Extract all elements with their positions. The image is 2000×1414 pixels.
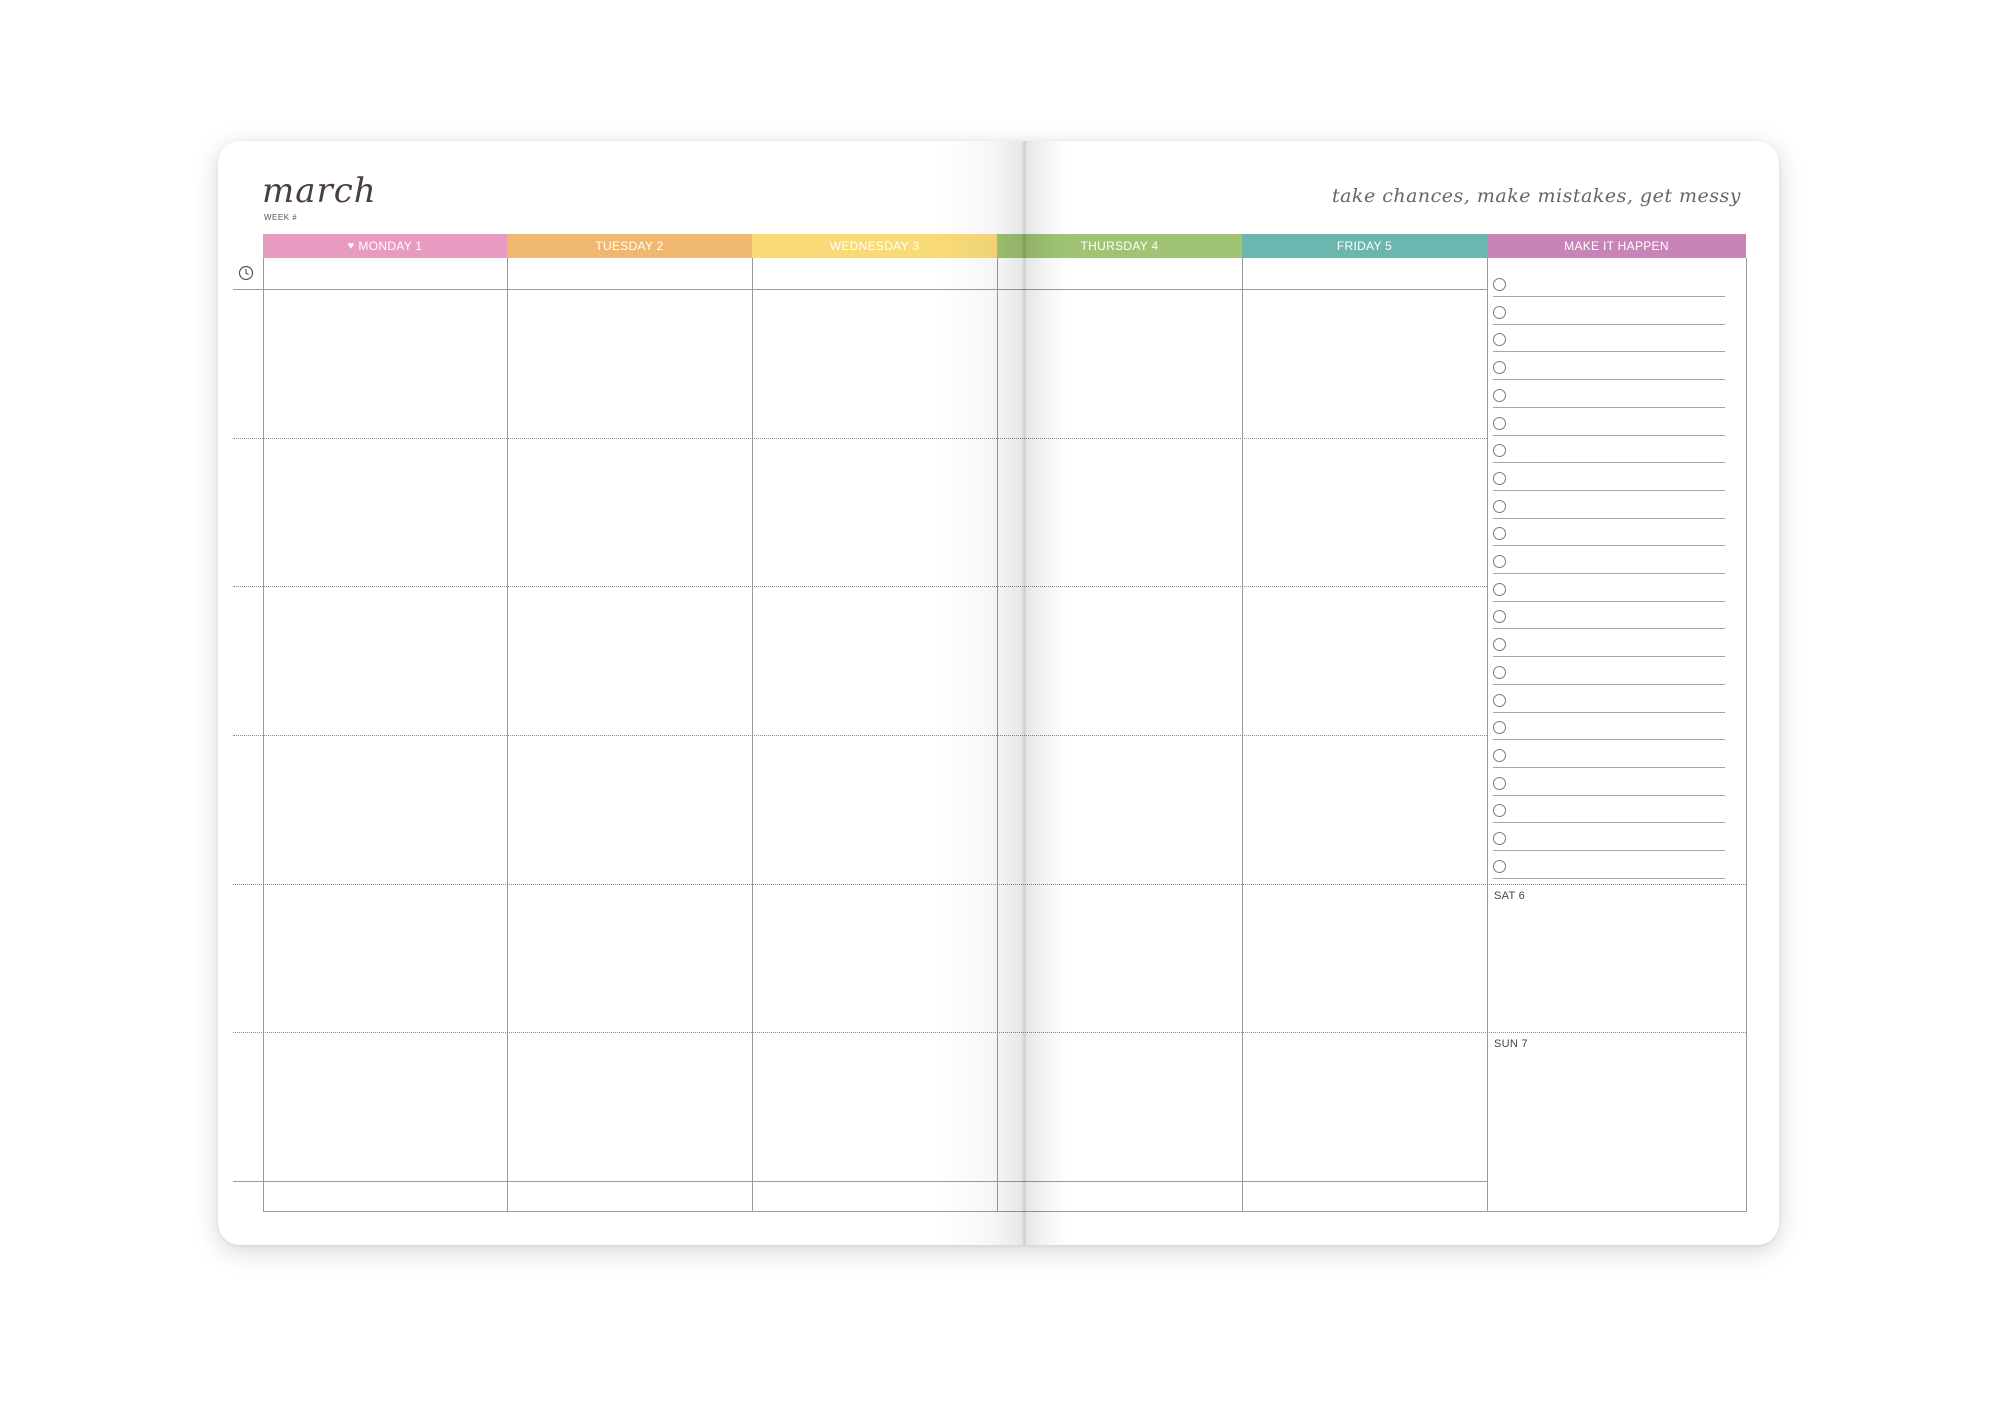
todo-item[interactable]	[1493, 823, 1725, 851]
todo-item[interactable]	[1493, 712, 1725, 741]
todo-item[interactable]	[1493, 352, 1725, 381]
checkbox-circle-icon[interactable]	[1493, 388, 1506, 402]
checkbox-circle-icon[interactable]	[1493, 444, 1506, 458]
checkbox-circle-icon[interactable]	[1493, 333, 1506, 347]
header-wednesday-label: WEDNESDAY 3	[829, 239, 920, 253]
todo-item[interactable]	[1493, 740, 1725, 768]
checkbox-circle-icon[interactable]	[1493, 555, 1506, 568]
checkbox-circle-icon[interactable]	[1493, 832, 1506, 845]
spine-shadow	[938, 141, 1068, 1245]
header-thursday[interactable]: THURSDAY 4	[997, 234, 1242, 258]
todo-item[interactable]	[1493, 380, 1725, 408]
checkbox-circle-icon[interactable]	[1493, 665, 1506, 679]
sunday-label: SUN 7	[1494, 1038, 1528, 1050]
todo-item[interactable]	[1493, 435, 1725, 464]
checkbox-circle-icon[interactable]	[1493, 471, 1506, 485]
todo-item[interactable]	[1493, 297, 1725, 325]
todo-item[interactable]	[1493, 269, 1725, 297]
header-wednesday[interactable]: WEDNESDAY 3	[752, 234, 997, 258]
motivational-quote: take chances, make mistakes, get messy	[1331, 185, 1741, 207]
todo-item[interactable]	[1493, 491, 1725, 519]
header-tuesday[interactable]: TUESDAY 2	[507, 234, 752, 258]
checkbox-circle-icon[interactable]	[1493, 499, 1506, 513]
todo-item[interactable]	[1493, 463, 1725, 491]
header-friday-label: FRIDAY 5	[1336, 239, 1393, 253]
checkbox-circle-icon[interactable]	[1493, 804, 1506, 818]
todo-item[interactable]	[1493, 629, 1725, 658]
checkbox-circle-icon[interactable]	[1493, 721, 1506, 735]
clock-icon	[238, 265, 254, 281]
todo-item[interactable]	[1493, 685, 1725, 713]
todo-item[interactable]	[1493, 546, 1725, 574]
checkbox-circle-icon[interactable]	[1493, 305, 1506, 319]
todo-item[interactable]	[1493, 601, 1725, 630]
checkbox-circle-icon[interactable]	[1493, 776, 1506, 790]
checkbox-circle-icon[interactable]	[1493, 527, 1506, 541]
header-make-it-happen-label: MAKE IT HAPPEN	[1564, 239, 1669, 253]
todo-item[interactable]	[1493, 768, 1725, 796]
checkbox-circle-icon[interactable]	[1493, 582, 1506, 596]
saturday-label: SAT 6	[1494, 890, 1526, 902]
header-thursday-label: THURSDAY 4	[1080, 239, 1159, 253]
checkbox-circle-icon[interactable]	[1493, 361, 1506, 375]
todo-item[interactable]	[1493, 408, 1725, 436]
todo-item[interactable]	[1493, 574, 1725, 602]
todo-item[interactable]	[1493, 518, 1725, 547]
todo-rule	[1493, 877, 1725, 879]
planner-spread: march WEEK # take chances, make mistakes…	[218, 141, 1779, 1245]
header-monday[interactable]: ♥ MONDAY 1	[263, 234, 507, 258]
month-title: march	[262, 171, 377, 211]
checkbox-circle-icon[interactable]	[1493, 638, 1506, 652]
checkbox-circle-icon[interactable]	[1493, 278, 1506, 291]
todo-item[interactable]	[1493, 795, 1725, 824]
header-make-it-happen[interactable]: MAKE IT HAPPEN	[1487, 234, 1746, 258]
header-friday[interactable]: FRIDAY 5	[1242, 234, 1487, 258]
checkbox-circle-icon[interactable]	[1493, 859, 1506, 873]
todo-item[interactable]	[1493, 851, 1725, 879]
checkbox-circle-icon[interactable]	[1493, 748, 1506, 762]
week-number-label: WEEK #	[264, 213, 298, 222]
header-monday-label: MONDAY 1	[358, 239, 423, 253]
todo-item[interactable]	[1493, 657, 1725, 685]
header-tuesday-label: TUESDAY 2	[595, 239, 664, 253]
checkbox-circle-icon[interactable]	[1493, 693, 1506, 707]
checkbox-circle-icon[interactable]	[1493, 610, 1506, 624]
checkbox-circle-icon[interactable]	[1493, 416, 1506, 430]
heart-icon: ♥	[347, 240, 355, 252]
todo-item[interactable]	[1493, 324, 1725, 353]
